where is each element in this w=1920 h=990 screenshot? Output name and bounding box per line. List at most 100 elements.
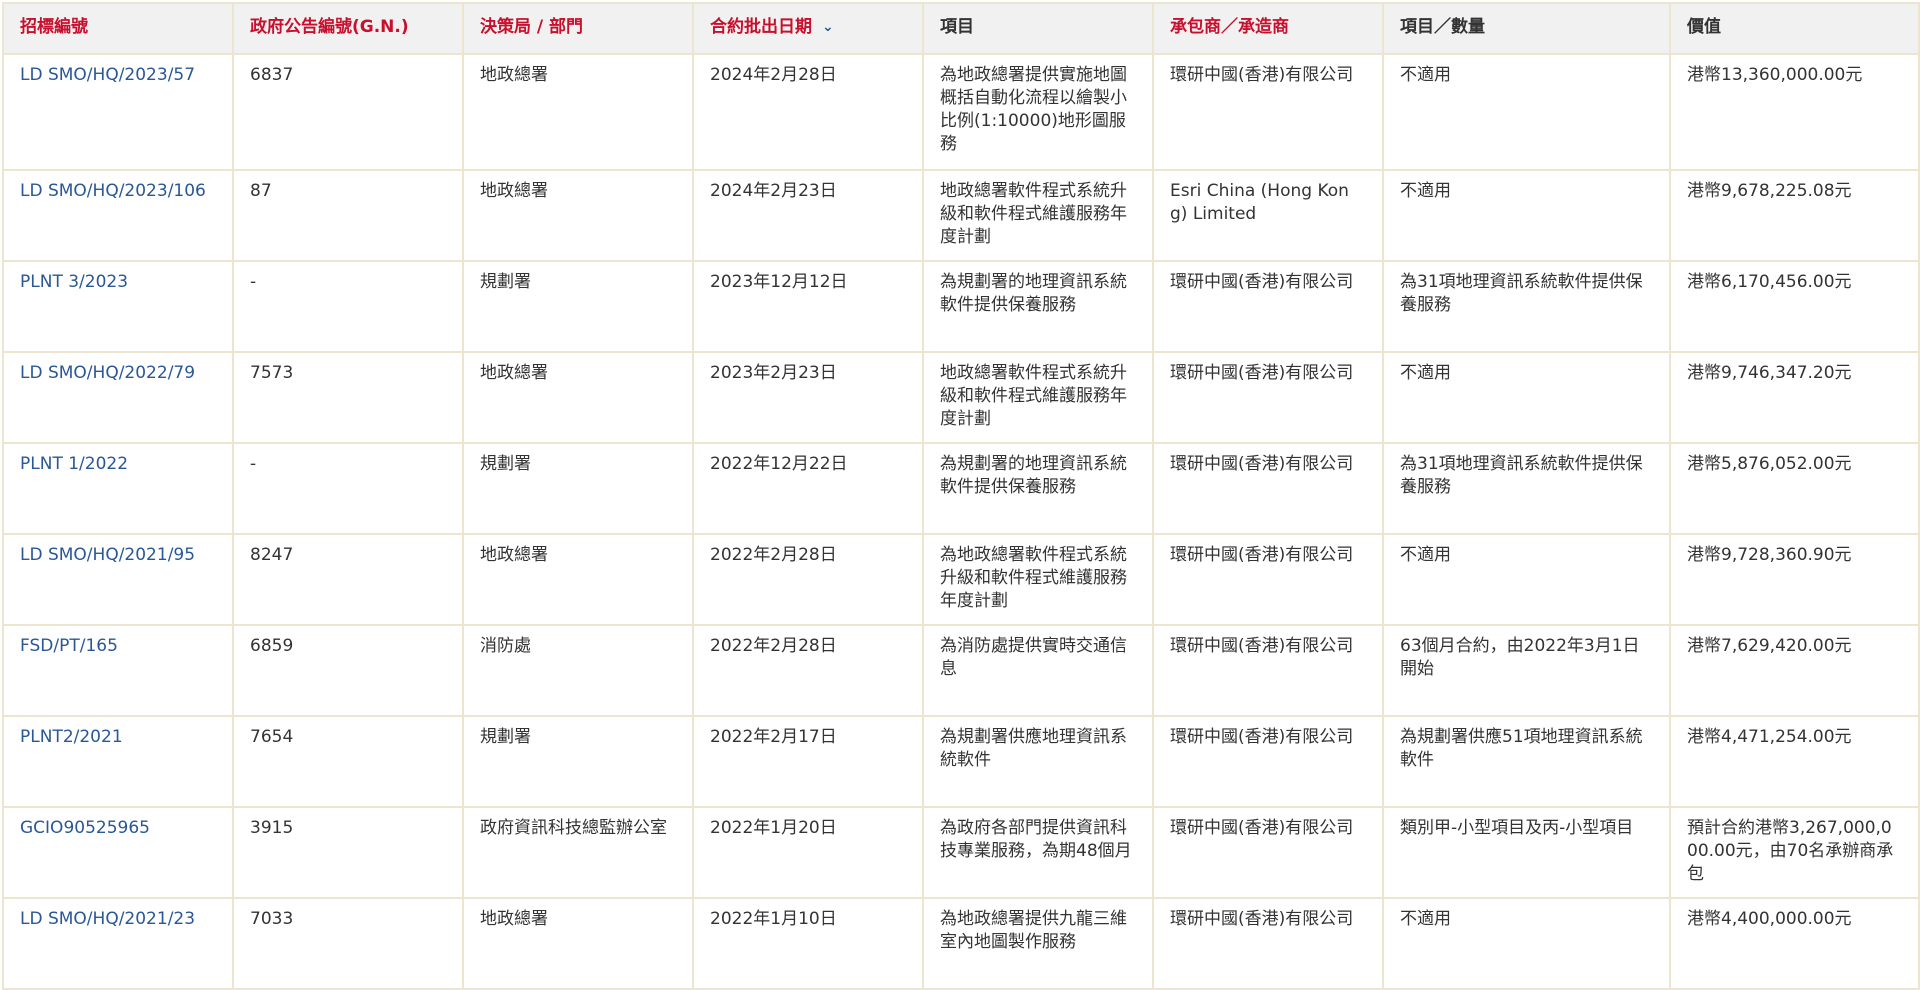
- cell-award-date: 2022年2月28日: [692, 533, 924, 626]
- cell-gazette-no: 7573: [232, 351, 464, 444]
- cell-gazette-no: 6837: [232, 53, 464, 171]
- cell-item: 地政總署軟件程式系統升級和軟件程式維護服務年度計劃: [922, 169, 1154, 262]
- column-header-contractor[interactable]: 承包商／承造商: [1152, 2, 1384, 55]
- cell-item: 為規劃署的地理資訊系統軟件提供保養服務: [922, 260, 1154, 353]
- cell-gazette-no: 7654: [232, 715, 464, 808]
- column-header-label: 項目: [940, 17, 974, 37]
- column-header-gazette-no[interactable]: 政府公告編號(G.N.): [232, 2, 464, 55]
- cell-item: 為政府各部門提供資訊科技專業服務，為期48個月: [922, 806, 1154, 899]
- column-header-label: 招標編號: [20, 17, 88, 37]
- cell-contractor: 環研中國(香港)有限公司: [1152, 53, 1384, 171]
- tender-results-table: 招標編號 政府公告編號(G.N.) 決策局 / 部門 合約批出日期 ⌄ 項目 承包商／承造商…: [2, 2, 1920, 990]
- cell-department: 規劃署: [462, 442, 694, 535]
- table-row: LD SMO/HQ/2021/95 8247 地政總署 2022年2月28日 為地政總署…: [2, 533, 1920, 626]
- cell-quantity: 為31項地理資訊系統軟件提供保養服務: [1382, 442, 1671, 535]
- column-header-quantity: 項目／數量: [1382, 2, 1671, 55]
- table-body: LD SMO/HQ/2023/57 6837 地政總署 2024年2月28日 為地政總署…: [2, 53, 1920, 990]
- cell-contractor: 環研中國(香港)有限公司: [1152, 351, 1384, 444]
- cell-tender-no[interactable]: PLNT2/2021: [2, 715, 234, 808]
- table-row: FSD/PT/165 6859 消防處 2022年2月28日 為消防處提供實時交通信息環…: [2, 624, 1920, 717]
- cell-tender-no[interactable]: LD SMO/HQ/2023/106: [2, 169, 234, 262]
- cell-contractor: 環研中國(香港)有限公司: [1152, 624, 1384, 717]
- table-header: 招標編號 政府公告編號(G.N.) 決策局 / 部門 合約批出日期 ⌄ 項目 承包商／承造商…: [2, 2, 1920, 55]
- cell-quantity: 63個月合約，由2022年3月1日開始: [1382, 624, 1671, 717]
- table-row: PLNT 3/2023- 規劃署 2023年12月12日 為規劃署的地理資訊系統軟件提…: [2, 260, 1920, 353]
- cell-department: 地政總署: [462, 351, 694, 444]
- table-row: LD SMO/HQ/2022/79 7573 地政總署 2023年2月23日 地政總署軟…: [2, 351, 1920, 444]
- cell-item: 地政總署軟件程式系統升級和軟件程式維護服務年度計劃: [922, 351, 1154, 444]
- cell-tender-no[interactable]: LD SMO/HQ/2022/79: [2, 351, 234, 444]
- cell-gazette-no: 87: [232, 169, 464, 262]
- cell-gazette-no: 6859: [232, 624, 464, 717]
- cell-quantity: 不適用: [1382, 351, 1671, 444]
- cell-quantity: 不適用: [1382, 169, 1671, 262]
- table-row: PLNT2/2021 7654 規劃署 2022年2月17日 為規劃署供應地理資訊系統軟…: [2, 715, 1920, 808]
- cell-tender-no[interactable]: PLNT 1/2022: [2, 442, 234, 535]
- cell-department: 地政總署: [462, 533, 694, 626]
- table-row: GCIO90525965 3915 政府資訊科技總監辦公室 2022年1月20日 為政府…: [2, 806, 1920, 899]
- cell-quantity: 類別甲-小型項目及丙-小型項目: [1382, 806, 1671, 899]
- cell-quantity: 為規劃署供應51項地理資訊系統軟件: [1382, 715, 1671, 808]
- cell-award-date: 2023年2月23日: [692, 351, 924, 444]
- cell-item: 為地政總署軟件程式系統升級和軟件程式維護服務年度計劃: [922, 533, 1154, 626]
- cell-value: 港幣7,629,420.00元: [1669, 624, 1920, 717]
- cell-gazette-no: 8247: [232, 533, 464, 626]
- cell-value: 港幣6,170,456.00元: [1669, 260, 1920, 353]
- cell-gazette-no: -: [232, 442, 464, 535]
- cell-value: 港幣4,471,254.00元: [1669, 715, 1920, 808]
- cell-item: 為地政總署提供實施地圖概括自動化流程以繪製小比例(1:10000)地形圖服務: [922, 53, 1154, 171]
- cell-tender-no[interactable]: LD SMO/HQ/2021/95: [2, 533, 234, 626]
- column-header-label: 合約批出日期: [710, 17, 812, 37]
- cell-value: 港幣4,400,000.00元: [1669, 897, 1920, 990]
- cell-tender-no[interactable]: PLNT 3/2023: [2, 260, 234, 353]
- cell-award-date: 2022年12月22日: [692, 442, 924, 535]
- cell-department: 地政總署: [462, 897, 694, 990]
- column-header-label: 項目／數量: [1400, 17, 1485, 37]
- cell-item: 為規劃署供應地理資訊系統軟件: [922, 715, 1154, 808]
- cell-contractor: 環研中國(香港)有限公司: [1152, 442, 1384, 535]
- table-row: LD SMO/HQ/2023/57 6837 地政總署 2024年2月28日 為地政總署…: [2, 53, 1920, 171]
- cell-award-date: 2022年2月17日: [692, 715, 924, 808]
- cell-item: 為規劃署的地理資訊系統軟件提供保養服務: [922, 442, 1154, 535]
- column-header-department[interactable]: 決策局 / 部門: [462, 2, 694, 55]
- table-row: LD SMO/HQ/2023/106 87 地政總署 2024年2月23日 地政總署軟件…: [2, 169, 1920, 262]
- cell-gazette-no: 7033: [232, 897, 464, 990]
- cell-value: 港幣9,678,225.08元: [1669, 169, 1920, 262]
- cell-gazette-no: 3915: [232, 806, 464, 899]
- cell-value: 港幣5,876,052.00元: [1669, 442, 1920, 535]
- column-header-tender-no[interactable]: 招標編號: [2, 2, 234, 55]
- cell-tender-no[interactable]: LD SMO/HQ/2023/57: [2, 53, 234, 171]
- cell-value: 港幣9,746,347.20元: [1669, 351, 1920, 444]
- column-header-label: 價值: [1687, 17, 1721, 37]
- cell-contractor: 環研中國(香港)有限公司: [1152, 715, 1384, 808]
- cell-quantity: 為31項地理資訊系統軟件提供保養服務: [1382, 260, 1671, 353]
- cell-department: 消防處: [462, 624, 694, 717]
- cell-department: 規劃署: [462, 715, 694, 808]
- column-header-label: 承包商／承造商: [1170, 17, 1289, 37]
- cell-quantity: 不適用: [1382, 533, 1671, 626]
- cell-award-date: 2023年12月12日: [692, 260, 924, 353]
- cell-tender-no[interactable]: FSD/PT/165: [2, 624, 234, 717]
- cell-gazette-no: -: [232, 260, 464, 353]
- cell-quantity: 不適用: [1382, 53, 1671, 171]
- cell-contractor: 環研中國(香港)有限公司: [1152, 806, 1384, 899]
- column-header-award-date[interactable]: 合約批出日期 ⌄: [692, 2, 924, 55]
- cell-value: 港幣13,360,000.00元: [1669, 53, 1920, 171]
- column-header-value: 價值: [1669, 2, 1920, 55]
- cell-value: 港幣9,728,360.90元: [1669, 533, 1920, 626]
- cell-item: 為地政總署提供九龍三維室內地圖製作服務: [922, 897, 1154, 990]
- cell-award-date: 2022年2月28日: [692, 624, 924, 717]
- cell-tender-no[interactable]: LD SMO/HQ/2021/23: [2, 897, 234, 990]
- cell-department: 地政總署: [462, 169, 694, 262]
- table-row: LD SMO/HQ/2021/23 7033 地政總署 2022年1月10日 為地政總署…: [2, 897, 1920, 990]
- sort-desc-icon[interactable]: ⌄: [822, 16, 834, 39]
- cell-award-date: 2022年1月10日: [692, 897, 924, 990]
- column-header-label: 政府公告編號(G.N.): [250, 17, 409, 37]
- cell-department: 規劃署: [462, 260, 694, 353]
- cell-department: 地政總署: [462, 53, 694, 171]
- cell-award-date: 2024年2月28日: [692, 53, 924, 171]
- column-header-label: 決策局 / 部門: [480, 17, 584, 37]
- cell-item: 為消防處提供實時交通信息: [922, 624, 1154, 717]
- cell-contractor: Esri China (Hong Kong) Limited: [1152, 169, 1384, 262]
- cell-tender-no[interactable]: GCIO90525965: [2, 806, 234, 899]
